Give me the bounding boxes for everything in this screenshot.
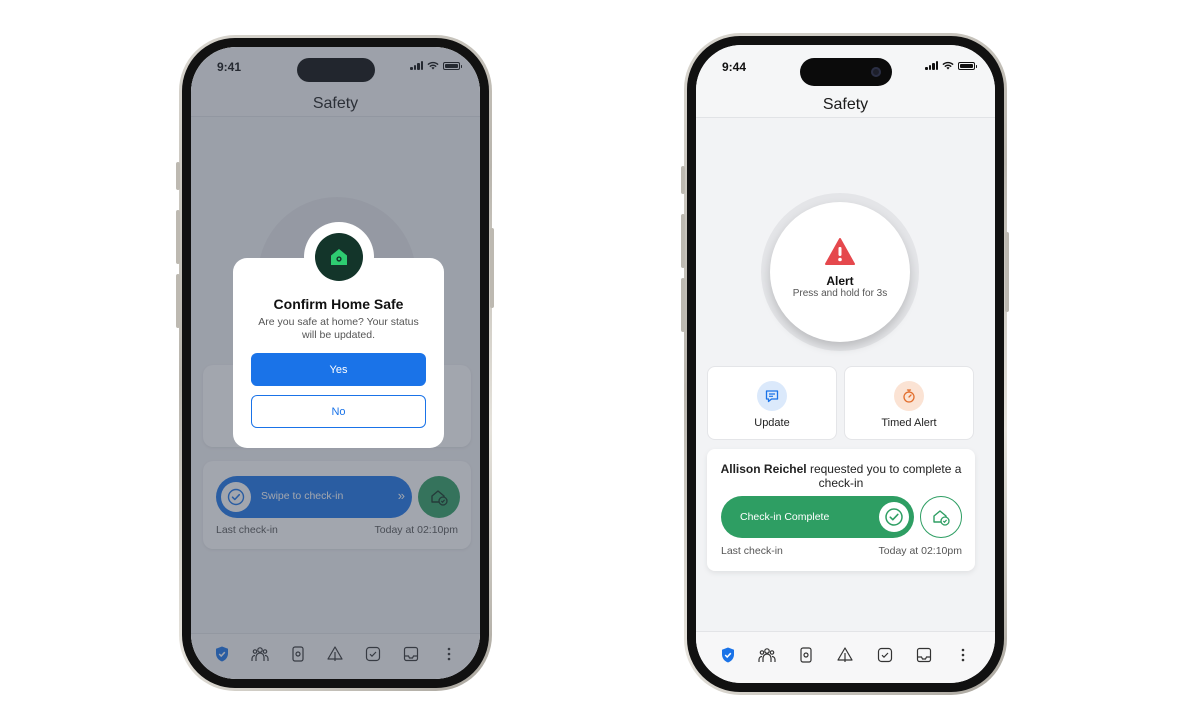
alert-title: Alert	[826, 274, 854, 288]
left-phone-side-button	[176, 162, 180, 190]
home-safe-button[interactable]	[920, 496, 962, 538]
update-card[interactable]: Update	[707, 366, 837, 440]
tab-people[interactable]	[754, 642, 780, 668]
timed-alert-label: Timed Alert	[881, 417, 937, 429]
right-phone-volume-up	[681, 214, 685, 268]
page-title: Safety	[822, 96, 869, 113]
no-button[interactable]: No	[251, 395, 426, 428]
left-phone: 9:41 Safety Swipe to check-in » Last che…	[179, 35, 492, 691]
tab-inbox[interactable]	[911, 642, 937, 668]
alert-ring: Alert Press and hold for 3s	[761, 193, 919, 351]
tab-alerts[interactable]	[832, 642, 858, 668]
modal-badge	[303, 222, 374, 292]
inbox-icon	[916, 647, 932, 662]
right-phone: 9:44 Safety Alert Press and hold for 3s	[684, 33, 1007, 695]
people-icon	[758, 647, 776, 662]
dialog-title: Confirm Home Safe	[273, 296, 404, 312]
tree-icon	[837, 646, 854, 662]
checkin-complete-button[interactable]: Check-in Complete	[721, 496, 914, 538]
checkin-request-card: Allison Reichel requested you to complet…	[707, 449, 975, 571]
right-phone-bezel: 9:44 Safety Alert Press and hold for 3s	[687, 36, 1004, 692]
device-icon	[800, 646, 812, 663]
alert-button[interactable]: Alert Press and hold for 3s	[770, 202, 910, 342]
right-phone-power-button	[1005, 232, 1009, 312]
status-icons	[925, 61, 977, 70]
update-label: Update	[754, 417, 790, 429]
home-check-icon	[933, 510, 950, 526]
stopwatch-icon	[894, 381, 924, 411]
status-time: 9:44	[722, 60, 747, 74]
left-phone-volume-down	[176, 274, 180, 328]
right-phone-screen: 9:44 Safety Alert Press and hold for 3s	[696, 45, 995, 683]
more-vertical-icon	[962, 648, 965, 661]
tab-more[interactable]	[950, 642, 976, 668]
shield-icon	[721, 647, 734, 662]
right-phone-side-button	[681, 166, 685, 194]
request-text: requested you to complete a check-in	[806, 462, 962, 490]
cellular-signal-icon	[925, 61, 938, 70]
tab-safety[interactable]	[715, 642, 741, 668]
requester-name: Allison Reichel	[720, 462, 807, 476]
wifi-icon	[942, 61, 954, 70]
left-phone-power-button	[490, 228, 494, 308]
yes-button[interactable]: Yes	[251, 353, 426, 386]
left-phone-volume-up	[176, 210, 180, 264]
left-phone-bezel: 9:41 Safety Swipe to check-in » Last che…	[182, 38, 489, 688]
tab-bar	[696, 631, 995, 683]
last-checkin-value: Today at 02:10pm	[878, 545, 962, 557]
message-icon	[757, 381, 787, 411]
camera-icon	[870, 67, 881, 77]
confirm-home-safe-dialog: Confirm Home Safe Are you safe at home? …	[233, 222, 444, 448]
battery-icon	[958, 61, 977, 70]
alert-subtitle: Press and hold for 3s	[792, 288, 888, 299]
warning-triangle-icon	[825, 238, 855, 265]
checkbox-icon	[877, 647, 892, 662]
checkin-complete-label: Check-in Complete	[740, 511, 830, 523]
last-checkin-label: Last check-in	[721, 545, 783, 557]
right-phone-volume-down	[681, 278, 685, 332]
checkin-request-message: Allison Reichel requested you to complet…	[717, 462, 965, 490]
left-phone-screen: 9:41 Safety Swipe to check-in » Last che…	[191, 47, 480, 679]
home-shield-icon	[314, 233, 363, 281]
dialog-message: Are you safe at home? Your status will b…	[258, 316, 419, 341]
check-circle-icon	[885, 508, 903, 526]
tab-tasks[interactable]	[872, 642, 898, 668]
tab-device[interactable]	[793, 642, 819, 668]
timed-alert-card[interactable]: Timed Alert	[844, 366, 974, 440]
dynamic-island	[799, 58, 892, 86]
checkin-complete-knob	[879, 502, 909, 532]
